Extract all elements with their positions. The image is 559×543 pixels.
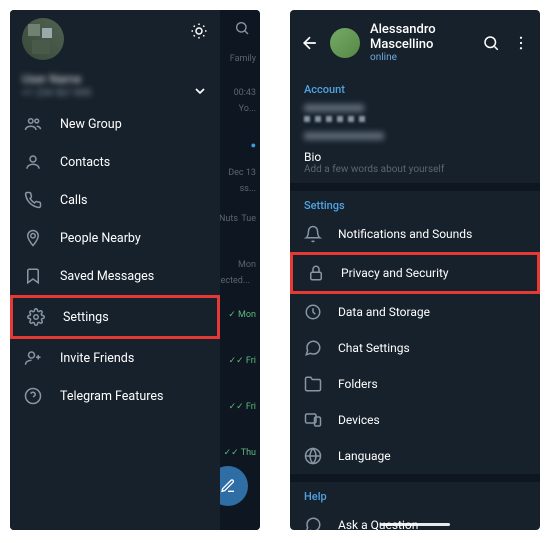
more-icon[interactable]	[512, 34, 530, 52]
help-section-title: Help	[290, 482, 540, 507]
devices-icon	[304, 411, 322, 429]
menu-label: Settings	[63, 310, 109, 325]
phone-icon	[24, 191, 42, 209]
section-divider	[290, 474, 540, 482]
menu-label: Contacts	[60, 155, 110, 170]
profile-avatar[interactable]	[330, 28, 360, 58]
redacted-username	[304, 132, 384, 140]
menu-label: Calls	[60, 193, 87, 208]
settings-label: Devices	[338, 413, 380, 427]
bio-label[interactable]: Bio	[290, 144, 540, 164]
chevron-down-icon[interactable]	[192, 83, 208, 99]
folder-icon	[304, 375, 322, 393]
section-divider	[290, 183, 540, 191]
globe-icon	[304, 447, 322, 465]
navigation-drawer: User Name +1 234 567 890 New Group Conta…	[10, 10, 220, 530]
user-avatar[interactable]	[22, 18, 64, 60]
settings-label: Folders	[338, 377, 378, 391]
settings-label: Language	[338, 449, 391, 463]
home-indicator	[380, 523, 450, 526]
nearby-icon	[24, 229, 42, 247]
header-title: Alessandro Mascellino online	[370, 22, 472, 63]
drawer-user-name: User Name	[22, 72, 208, 86]
data-icon	[304, 303, 322, 321]
theme-toggle-icon[interactable]	[190, 22, 208, 40]
settings-label: Notifications and Sounds	[338, 227, 472, 241]
help-icon	[24, 387, 42, 405]
menu-calls[interactable]: Calls	[10, 181, 220, 219]
chat-icon	[304, 339, 322, 357]
invite-icon	[24, 349, 42, 367]
menu-invite-friends[interactable]: Invite Friends	[10, 339, 220, 377]
settings-folders[interactable]: Folders	[290, 366, 540, 402]
drawer-header: User Name +1 234 567 890	[10, 10, 220, 105]
menu-settings[interactable]: Settings	[10, 295, 220, 339]
menu-contacts[interactable]: Contacts	[10, 143, 220, 181]
chat-icon	[304, 516, 322, 530]
group-icon	[24, 115, 42, 133]
redacted-phone	[304, 104, 364, 112]
menu-label: New Group	[60, 117, 122, 132]
settings-label: Data and Storage	[338, 305, 430, 319]
settings-label: Privacy and Security	[341, 266, 449, 280]
settings-header: Alessandro Mascellino online	[290, 10, 540, 75]
help-ask-question[interactable]: Ask a Question	[290, 507, 540, 530]
settings-section-title: Settings	[290, 191, 540, 216]
menu-saved-messages[interactable]: Saved Messages	[10, 257, 220, 295]
menu-label: Invite Friends	[60, 351, 134, 366]
profile-status: online	[370, 52, 472, 63]
bio-subtitle: Add a few words about yourself	[290, 164, 540, 183]
settings-notifications[interactable]: Notifications and Sounds	[290, 216, 540, 252]
menu-label: People Nearby	[60, 231, 141, 246]
background-chat-hints: Family 00:43 Yo... ● Dec 13 ss... Nuts T…	[220, 10, 260, 530]
contacts-icon	[24, 153, 42, 171]
settings-data-storage[interactable]: Data and Storage	[290, 294, 540, 330]
profile-name: Alessandro Mascellino	[370, 22, 472, 52]
menu-people-nearby[interactable]: People Nearby	[10, 219, 220, 257]
bookmark-icon	[24, 267, 42, 285]
lock-icon	[307, 264, 325, 282]
settings-chat[interactable]: Chat Settings	[290, 330, 540, 366]
phone-right-settings: Alessandro Mascellino online Account Bio…	[290, 10, 540, 530]
phone-left-drawer: Family 00:43 Yo... ● Dec 13 ss... Nuts T…	[10, 10, 260, 530]
account-section-title: Account	[290, 75, 540, 100]
menu-label: Telegram Features	[60, 389, 163, 404]
drawer-user-phone: +1 234 567 890	[22, 88, 208, 99]
bell-icon	[304, 225, 322, 243]
menu-telegram-features[interactable]: Telegram Features	[10, 377, 220, 415]
redacted-info	[304, 116, 526, 122]
settings-label: Chat Settings	[338, 341, 410, 355]
settings-devices[interactable]: Devices	[290, 402, 540, 438]
search-icon[interactable]	[482, 34, 500, 52]
gear-icon	[27, 308, 45, 326]
menu-new-group[interactable]: New Group	[10, 105, 220, 143]
menu-label: Saved Messages	[60, 269, 154, 284]
settings-language[interactable]: Language	[290, 438, 540, 474]
back-arrow-icon[interactable]	[300, 33, 320, 53]
settings-privacy-security[interactable]: Privacy and Security	[290, 252, 540, 294]
